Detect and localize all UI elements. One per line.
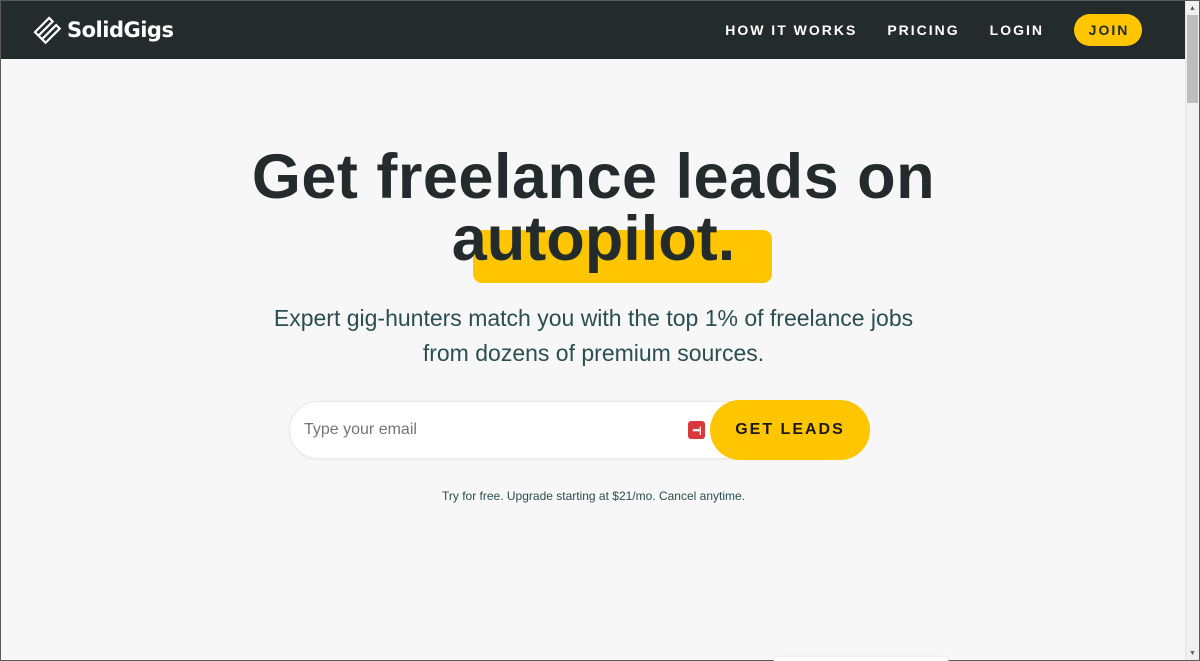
headline-line-1: Get freelance leads on [251,142,936,212]
main-nav: HOW IT WORKS PRICING LOGIN JOIN [695,1,1142,59]
nav-login[interactable]: LOGIN [990,22,1044,38]
get-leads-button[interactable]: GET LEADS [710,400,870,460]
subtitle-line-2: from dozens of premium sources. [422,340,765,366]
scroll-up-arrow-icon[interactable]: ▲ [1186,1,1199,15]
zigzag-diamond-logo-icon [33,16,62,45]
email-input[interactable] [304,402,684,458]
vertical-scrollbar[interactable]: ▲ ▼ [1185,1,1199,660]
nav-how-it-works[interactable]: HOW IT WORKS [725,22,857,38]
hero-subtitle: Expert gig-hunters match you with the to… [1,301,1186,371]
email-signup-form: •••| GET LEADS [289,400,871,460]
brand-name: SolidGigs [67,18,174,42]
join-button[interactable]: JOIN [1074,14,1142,46]
scrollbar-thumb[interactable] [1187,15,1198,103]
pricing-fine-print: Try for free. Upgrade starting at $21/mo… [441,489,746,503]
top-navbar: SolidGigs HOW IT WORKS PRICING LOGIN JOI… [1,1,1186,59]
scroll-down-arrow-icon[interactable]: ▼ [1186,646,1199,660]
subtitle-line-1: Expert gig-hunters match you with the to… [273,305,914,331]
brand-logo-link[interactable]: SolidGigs [31,14,174,46]
nav-pricing[interactable]: PRICING [887,22,959,38]
content-card-top-edge [773,657,949,661]
headline-highlight-word: autopilot. [451,204,736,274]
headline-line-2: autopilot. [1,207,1186,271]
password-manager-icon[interactable]: •••| [688,421,705,439]
